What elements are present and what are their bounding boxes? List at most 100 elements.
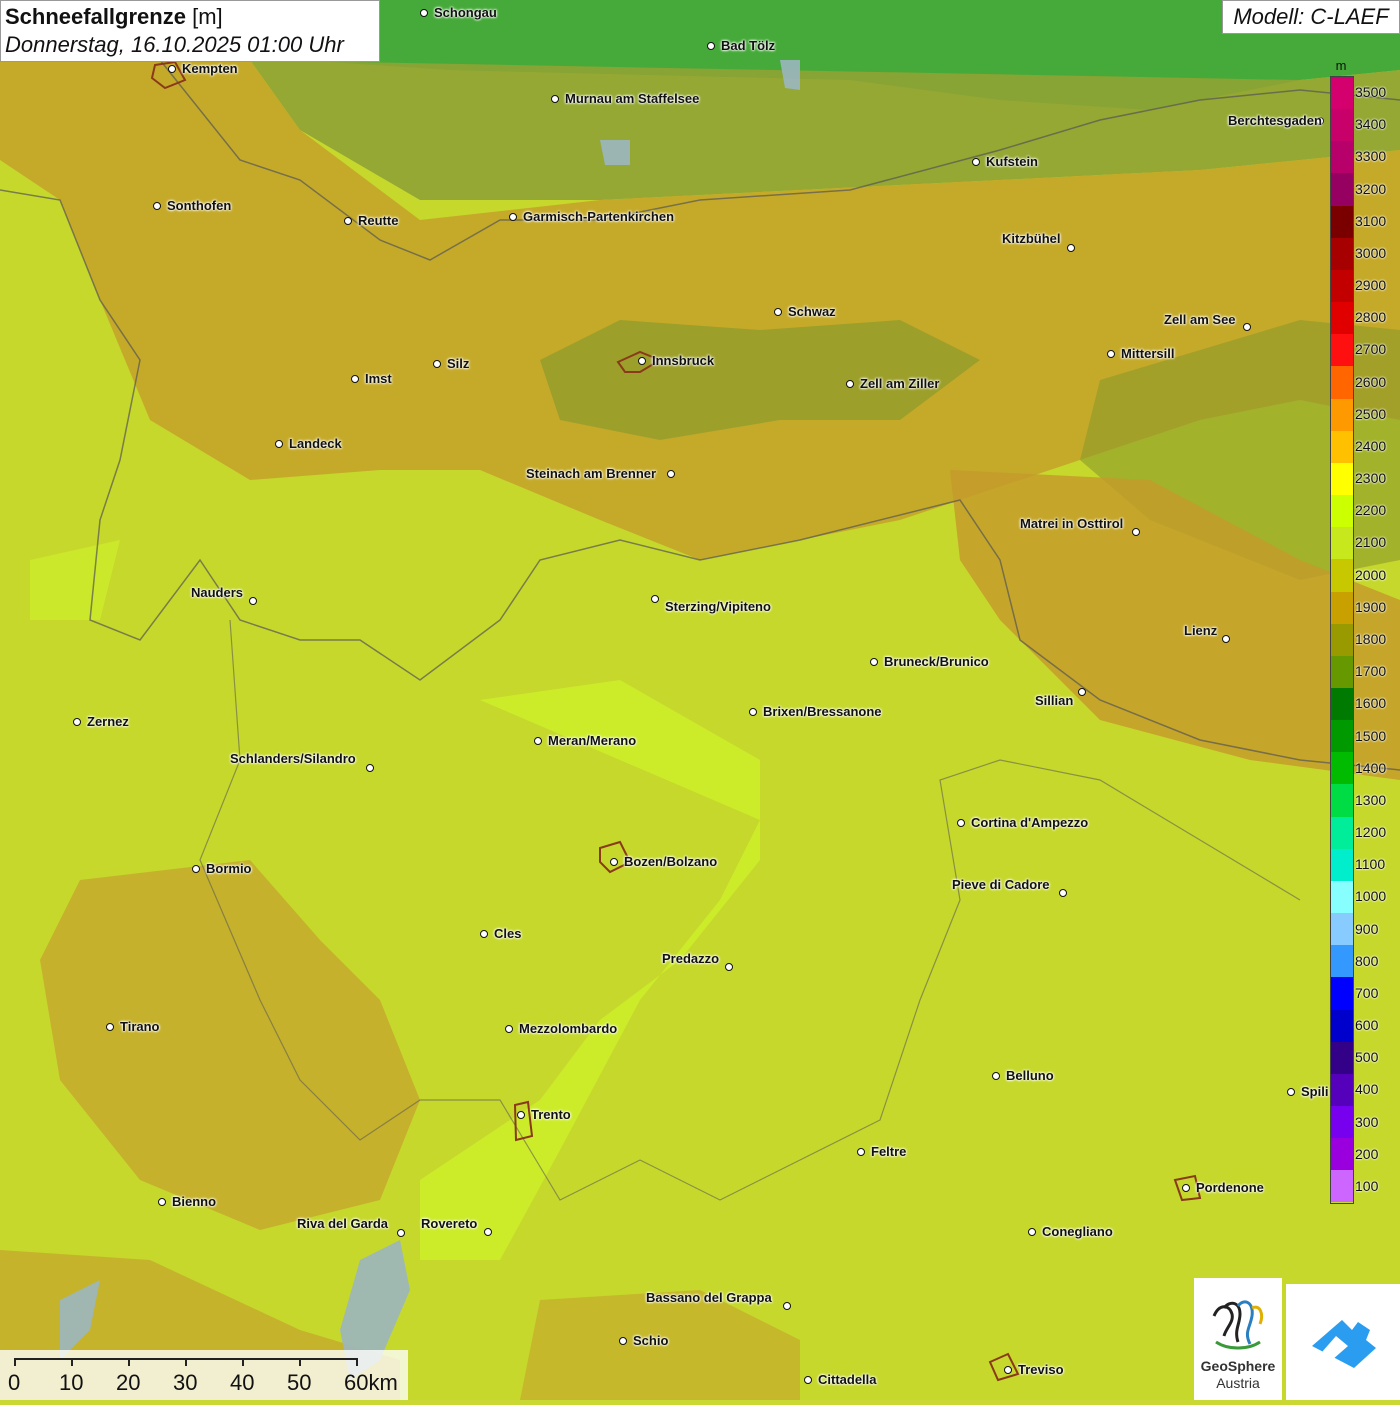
- legend-swatch: [1331, 591, 1353, 624]
- city-label: Tirano: [120, 1019, 160, 1034]
- city-marker-icon: [1243, 323, 1251, 331]
- legend-label: 3200: [1355, 180, 1387, 197]
- city-marker-icon: [106, 1023, 114, 1031]
- city-label: Cles: [494, 926, 522, 941]
- city-label: Pordenone: [1196, 1180, 1264, 1195]
- city-marker-icon: [870, 658, 878, 666]
- city-marker-icon: [774, 308, 782, 316]
- legend-label: 2400: [1355, 437, 1387, 454]
- city-marker-icon: [517, 1111, 525, 1119]
- scale-label: 10: [59, 1370, 84, 1395]
- city-label: Bad Tölz: [721, 38, 776, 53]
- legend-swatch: [1331, 334, 1353, 367]
- legend-label: 2500: [1355, 405, 1387, 422]
- legend-colorbar: [1330, 76, 1354, 1204]
- logo-line1: GeoSphere: [1200, 1358, 1276, 1374]
- city-label: Reutte: [358, 213, 399, 228]
- legend-swatch: [1331, 623, 1353, 656]
- legend-swatch: [1331, 237, 1353, 270]
- city-marker-icon: [638, 357, 646, 365]
- city-marker-icon: [1107, 350, 1115, 358]
- city-marker-icon: [1222, 635, 1230, 643]
- legend-swatch: [1331, 655, 1353, 688]
- city-marker-icon: [957, 819, 965, 827]
- legend-swatch: [1331, 848, 1353, 881]
- scale-tick: [128, 1358, 130, 1366]
- city-marker-icon: [192, 865, 200, 873]
- legend-swatch: [1331, 687, 1353, 721]
- city-label: Berchtesgaden: [1228, 113, 1322, 128]
- city-marker-icon: [509, 213, 517, 221]
- legend-label: 2100: [1355, 534, 1387, 551]
- city-marker-icon: [420, 9, 428, 17]
- legend-swatch: [1331, 1138, 1353, 1171]
- legend-label: 3400: [1355, 116, 1387, 133]
- city-label: Lienz: [1184, 623, 1218, 638]
- legend-label: 2700: [1355, 341, 1387, 358]
- title-text: Schneefallgrenze: [5, 4, 186, 29]
- legend-label: 2600: [1355, 373, 1387, 390]
- scale-label: 20: [116, 1370, 141, 1395]
- legend-label: 900: [1355, 920, 1379, 937]
- city-label: Kempten: [182, 61, 238, 76]
- legend-swatch: [1331, 141, 1353, 174]
- legend-swatch: [1331, 945, 1353, 978]
- legend-swatch: [1331, 977, 1353, 1010]
- city-marker-icon: [1182, 1184, 1190, 1192]
- legend-label: 1200: [1355, 824, 1387, 841]
- warn-app-icon: [1312, 1320, 1376, 1368]
- map-title: Schneefallgrenze [m]: [5, 3, 375, 31]
- city-marker-icon: [344, 217, 352, 225]
- city-label: Conegliano: [1042, 1224, 1113, 1239]
- legend-swatch: [1331, 430, 1353, 463]
- legend-label: 1500: [1355, 727, 1387, 744]
- city-label: Mezzolombardo: [519, 1021, 618, 1036]
- legend-swatch: [1331, 559, 1353, 592]
- city-label: Brixen/Bressanone: [763, 704, 882, 719]
- city-marker-icon: [505, 1025, 513, 1033]
- legend-swatch: [1331, 366, 1353, 399]
- city-marker-icon: [1059, 889, 1067, 897]
- city-label: Imst: [365, 371, 392, 386]
- city-label: Trento: [531, 1107, 571, 1122]
- city-marker-icon: [1287, 1088, 1295, 1096]
- scale-label: 0: [8, 1370, 21, 1395]
- city-label: Schwaz: [788, 304, 836, 319]
- city-label: Spili: [1301, 1084, 1329, 1099]
- legend-label: 3500: [1355, 84, 1387, 101]
- warn-app-badge[interactable]: [1286, 1284, 1400, 1400]
- color-legend: m 3500 3400 3300 3200 3100 3000 2900 2800 2700 26…: [1328, 58, 1400, 1208]
- legend-swatch: [1331, 913, 1353, 946]
- city-marker-icon: [153, 202, 161, 210]
- city-label: Innsbruck: [652, 353, 715, 368]
- city-marker-icon: [168, 65, 176, 73]
- legend-label: 1800: [1355, 631, 1387, 647]
- city-marker-icon: [667, 470, 675, 478]
- city-label: Rovereto: [421, 1216, 478, 1231]
- model-label: Modell: C-LAEF: [1222, 0, 1400, 34]
- legend-label: 1700: [1355, 663, 1387, 680]
- legend-swatch: [1331, 109, 1353, 142]
- city-marker-icon: [783, 1302, 791, 1310]
- city-label: Zernez: [87, 714, 129, 729]
- legend-label: 1900: [1355, 598, 1387, 615]
- city-label: Pieve di Cadore: [952, 877, 1050, 892]
- city-marker-icon: [366, 764, 374, 772]
- city-marker-icon: [484, 1228, 492, 1236]
- city-marker-icon: [725, 963, 733, 971]
- legend-label: 3300: [1355, 148, 1387, 165]
- scale-label: 60km: [344, 1370, 398, 1395]
- city-marker-icon: [857, 1148, 865, 1156]
- legend-swatch: [1331, 495, 1353, 528]
- city-label: Steinach am Brenner: [526, 466, 657, 481]
- city-marker-icon: [1132, 528, 1140, 536]
- legend-label: 1400: [1355, 759, 1387, 776]
- legend-swatch: [1331, 462, 1353, 496]
- city-marker-icon: [804, 1376, 812, 1384]
- city-label: Mittersill: [1121, 346, 1175, 361]
- legend-label: 2000: [1355, 566, 1387, 583]
- city-label: Zell am See: [1164, 312, 1236, 327]
- legend-label: 1600: [1355, 695, 1387, 712]
- legend-swatch: [1331, 398, 1353, 431]
- legend-unit: m: [1335, 58, 1347, 73]
